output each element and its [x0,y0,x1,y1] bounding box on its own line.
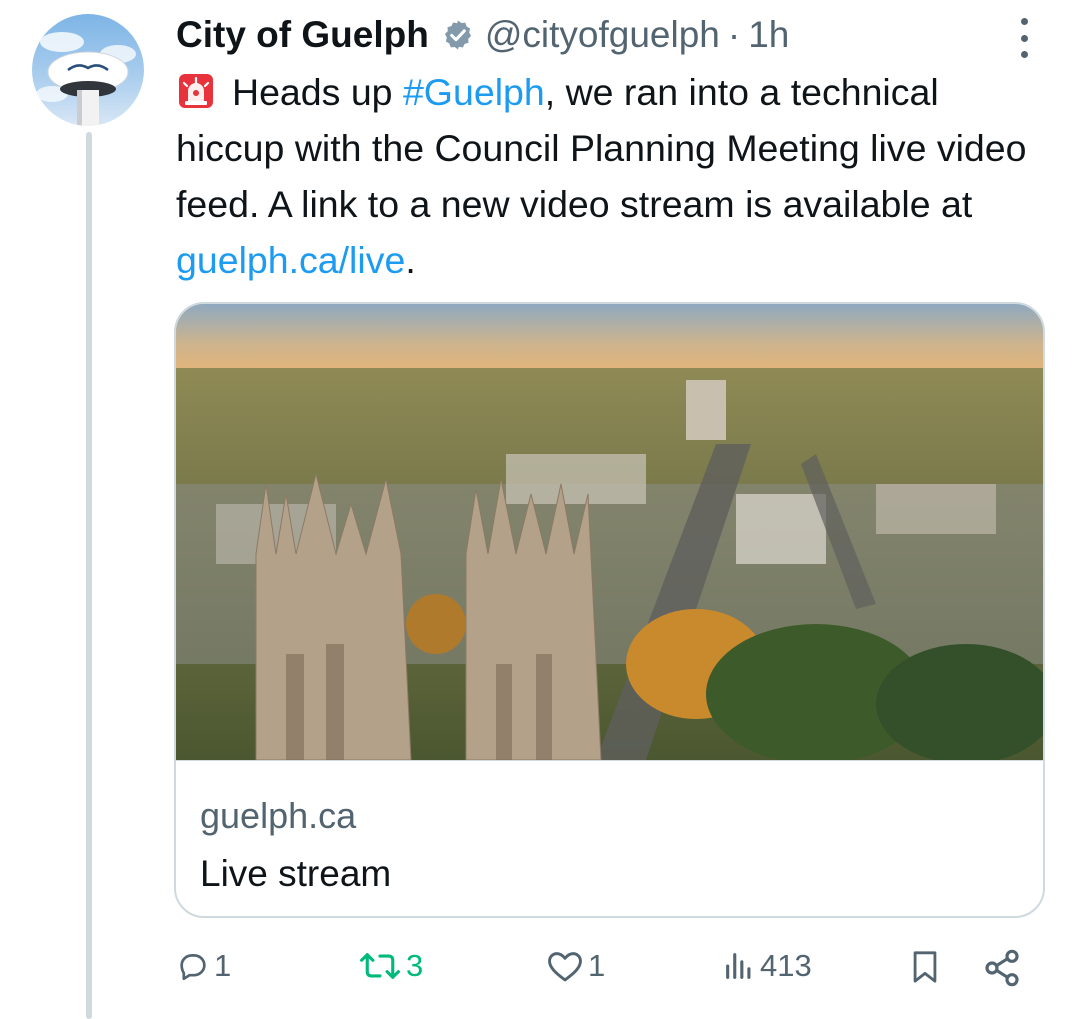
author-handle[interactable]: @cityofguelph [485,14,720,56]
timestamp[interactable]: 1h [748,14,789,56]
share-icon [985,949,1019,987]
alarm-emoji-icon [176,70,216,110]
separator: · [727,14,741,55]
tweet-text: Heads up #Guelph, we ran into a technica… [176,64,1056,288]
link-preview-card[interactable]: guelph.ca Live stream [174,302,1045,918]
like-button[interactable]: 1 [546,948,605,984]
tweet-header: City of Guelph @cityofguelph · 1h [176,10,1000,60]
url-link[interactable]: guelph.ca/live [176,239,405,281]
share-button[interactable] [982,948,1022,988]
water-tower-image [36,32,136,126]
bookmark-icon [913,951,937,983]
bookmark-button[interactable] [908,948,942,986]
card-title: Live stream [200,853,392,894]
card-image [176,304,1043,760]
avatar[interactable] [32,14,144,126]
author-name[interactable]: City of Guelph [176,14,429,56]
card-domain: guelph.ca [200,795,357,836]
verified-badge-icon [441,18,475,52]
text-intro: Heads up [232,71,403,113]
city-aerial-photo [176,304,1043,760]
like-icon [548,952,582,982]
reply-icon [180,954,206,981]
action-bar: 1 3 1 413 [176,948,1036,994]
card-body: guelph.ca Live stream [176,760,1043,916]
hashtag-link[interactable]: #Guelph [403,71,545,113]
reply-button[interactable]: 1 [176,948,231,984]
text-end: . [405,239,416,281]
thread-line [86,132,92,1019]
retweet-icon [360,953,400,979]
retweet-button[interactable]: 3 [358,948,423,984]
view-count: 413 [760,948,812,983]
retweet-count: 3 [406,948,424,983]
like-count: 1 [588,948,606,983]
reply-count: 1 [214,948,232,983]
views-icon [726,953,751,979]
views-button[interactable]: 413 [722,948,812,984]
more-options-icon[interactable] [1018,18,1030,58]
